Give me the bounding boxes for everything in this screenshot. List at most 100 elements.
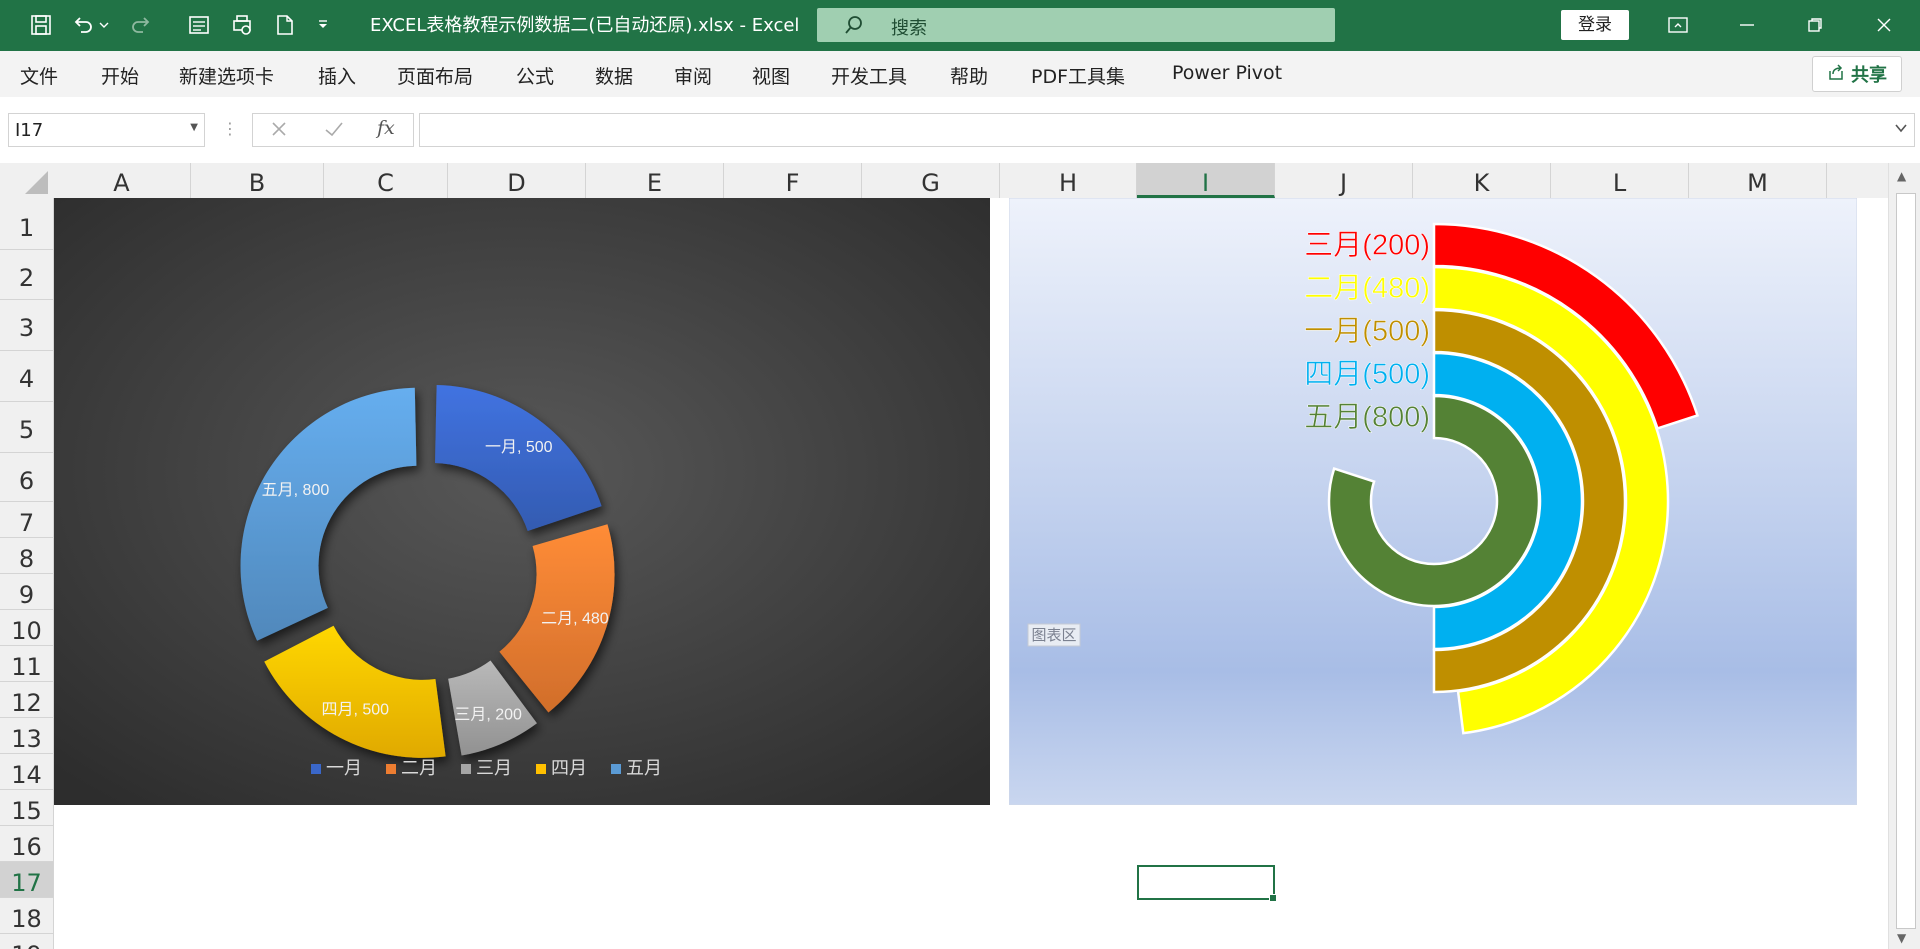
column-header-f[interactable]: F <box>724 163 862 198</box>
multi-ring-doughnut-chart[interactable]: 三月(200) 二月(480) 一月(500) 四月(500) 五月(800) 图表区 <box>1009 198 1857 805</box>
restore-icon[interactable] <box>1797 10 1833 40</box>
tab-page-layout[interactable]: 页面布局 <box>397 62 473 89</box>
cancel-icon[interactable] <box>269 118 289 144</box>
form-icon[interactable] <box>184 10 214 40</box>
print-preview-icon[interactable] <box>227 10 257 40</box>
column-header-l[interactable]: L <box>1551 163 1689 198</box>
row-header-15[interactable]: 15 <box>0 790 53 826</box>
save-icon[interactable] <box>26 10 56 40</box>
selected-cell-i17[interactable] <box>1137 865 1277 902</box>
tab-insert[interactable]: 插入 <box>318 62 356 89</box>
column-header-a[interactable]: A <box>53 163 191 198</box>
chevron-down-icon[interactable]: ▼ <box>190 122 198 133</box>
ribbon-display-icon[interactable] <box>1660 10 1696 40</box>
tab-review[interactable]: 审阅 <box>674 62 712 89</box>
redo-icon[interactable] <box>126 10 156 40</box>
row-header-2[interactable]: 2 <box>0 250 53 300</box>
row-header-12[interactable]: 12 <box>0 682 53 718</box>
data-label-3: 三月, 200 <box>454 706 522 723</box>
minimize-icon[interactable] <box>1729 10 1765 40</box>
column-header-k[interactable]: K <box>1413 163 1551 198</box>
legend-label-4: 四月 <box>551 758 587 778</box>
tab-formulas[interactable]: 公式 <box>516 62 554 89</box>
tab-help[interactable]: 帮助 <box>950 62 988 89</box>
formula-buttons: fx <box>252 113 414 147</box>
search-placeholder: 搜索 <box>891 18 927 39</box>
tab-home[interactable]: 开始 <box>101 62 139 89</box>
tab-new[interactable]: 新建选项卡 <box>179 62 274 89</box>
scroll-down-icon[interactable]: ▼ <box>1897 931 1906 945</box>
row-header-1[interactable]: 1 <box>0 198 53 250</box>
share-icon <box>1827 63 1845 86</box>
column-header-j[interactable]: J <box>1275 163 1413 198</box>
column-header-m[interactable]: M <box>1689 163 1827 198</box>
doughnut-chart[interactable]: 一月, 500 二月, 480 三月, 200 四月, 500 五月, 800 一月 二月… <box>54 198 990 805</box>
row-header-9[interactable]: 9 <box>0 574 53 610</box>
enter-icon[interactable] <box>323 118 345 144</box>
tab-power-pivot[interactable]: Power Pivot <box>1172 62 1282 84</box>
legend-swatch-4 <box>536 764 546 774</box>
ring-label-1: 三月(200) <box>1304 230 1430 262</box>
row-header-5[interactable]: 5 <box>0 402 53 453</box>
chart-area-tooltip: 图表区 <box>1027 623 1081 647</box>
column-header-i[interactable]: I <box>1137 163 1275 198</box>
tab-file[interactable]: 文件 <box>20 62 58 89</box>
column-header-e[interactable]: E <box>586 163 724 198</box>
search-box[interactable]: 搜索 <box>817 8 1335 42</box>
row-header-6[interactable]: 6 <box>0 453 53 502</box>
row-header-3[interactable]: 3 <box>0 300 53 351</box>
formula-input[interactable] <box>419 113 1915 147</box>
row-header-8[interactable]: 8 <box>0 538 53 574</box>
row-header-16[interactable]: 16 <box>0 826 53 862</box>
tab-developer[interactable]: 开发工具 <box>831 62 907 89</box>
row-header-18[interactable]: 18 <box>0 898 53 934</box>
row-header-7[interactable]: 7 <box>0 502 53 538</box>
vertical-scrollbar[interactable]: ▲ ▼ <box>1888 163 1920 949</box>
scroll-up-icon[interactable]: ▲ <box>1897 169 1906 183</box>
row-header-11[interactable]: 11 <box>0 646 53 682</box>
row-headers: 1 2 3 4 5 6 7 8 9 10 11 12 13 14 15 16 1… <box>0 198 54 949</box>
ribbon-tabs: 文件 开始 新建选项卡 插入 页面布局 公式 数据 审阅 视图 开发工具 帮助 … <box>0 51 1920 97</box>
undo-icon[interactable] <box>68 10 98 40</box>
tab-data[interactable]: 数据 <box>595 62 633 89</box>
scrollbar-thumb[interactable] <box>1896 193 1916 929</box>
ring-label-4: 四月(500) <box>1304 359 1430 391</box>
data-label-1: 一月, 500 <box>485 439 553 456</box>
login-button[interactable]: 登录 <box>1561 10 1629 40</box>
share-label: 共享 <box>1851 65 1887 86</box>
expand-formula-icon[interactable] <box>1894 120 1908 139</box>
title-bar: EXCEL表格教程示例数据二(已自动还原).xlsx - Excel 搜索 登录 <box>0 0 1920 51</box>
fill-handle[interactable] <box>1269 894 1277 902</box>
customize-icon[interactable] <box>313 10 333 40</box>
new-file-icon[interactable] <box>270 10 300 40</box>
ring-label-5: 五月(800) <box>1304 402 1430 434</box>
column-header-b[interactable]: B <box>191 163 324 198</box>
data-label-2: 二月, 480 <box>541 610 609 627</box>
more-options-icon[interactable]: ⋮ <box>222 119 238 138</box>
column-headers: A B C D E F G H I J K L M <box>53 163 1888 199</box>
column-header-h[interactable]: H <box>1000 163 1137 198</box>
tab-view[interactable]: 视图 <box>752 62 790 89</box>
undo-dropdown-icon[interactable] <box>96 10 112 40</box>
column-header-d[interactable]: D <box>448 163 586 198</box>
ring-label-2: 二月(480) <box>1304 273 1430 305</box>
column-header-c[interactable]: C <box>324 163 448 198</box>
legend-label-2: 二月 <box>401 758 437 778</box>
share-button[interactable]: 共享 <box>1812 56 1902 92</box>
document-title: EXCEL表格教程示例数据二(已自动还原).xlsx - Excel <box>370 15 800 36</box>
data-label-4: 四月, 500 <box>321 701 389 718</box>
row-header-17[interactable]: 17 <box>0 862 53 898</box>
row-header-4[interactable]: 4 <box>0 351 53 402</box>
close-icon[interactable] <box>1866 10 1902 40</box>
row-header-13[interactable]: 13 <box>0 718 53 754</box>
tab-pdf-tools[interactable]: PDF工具集 <box>1031 62 1125 89</box>
row-header-19[interactable]: 19 <box>0 934 53 949</box>
row-header-14[interactable]: 14 <box>0 754 53 790</box>
column-header-g[interactable]: G <box>862 163 1000 198</box>
function-icon[interactable]: fx <box>377 117 395 139</box>
legend-label-1: 一月 <box>326 758 362 778</box>
name-box[interactable]: I17 ▼ <box>8 113 205 147</box>
select-all-corner[interactable] <box>0 163 54 199</box>
ring-label-3: 一月(500) <box>1304 316 1430 348</box>
row-header-10[interactable]: 10 <box>0 610 53 646</box>
